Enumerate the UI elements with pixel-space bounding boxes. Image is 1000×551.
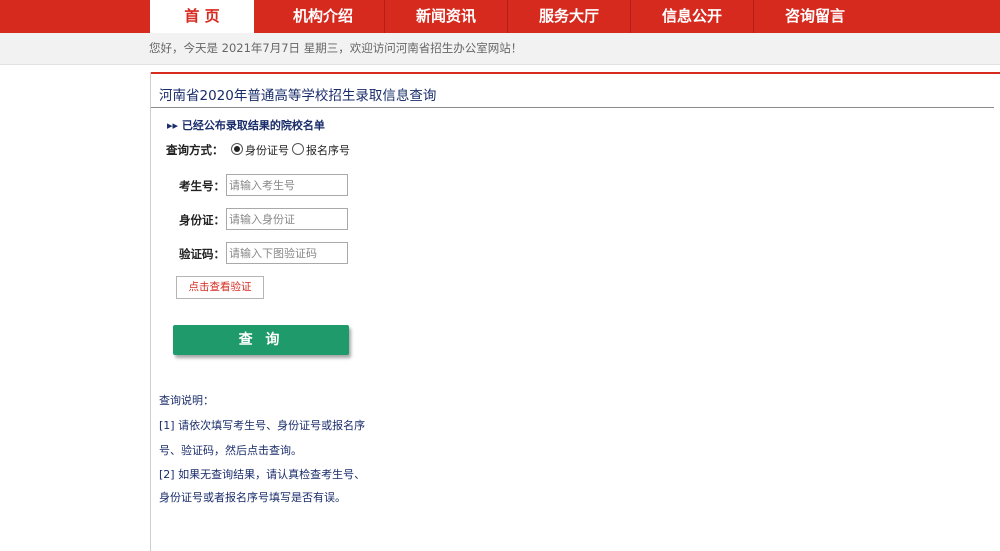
nav-divider	[753, 0, 754, 33]
notes-line: [1] 请依次填写考生号、身份证号或报名序	[159, 419, 366, 432]
nav-news[interactable]: 新闻资讯	[386, 0, 506, 33]
nav-disclosure[interactable]: 信息公开	[632, 0, 752, 33]
id-card-label: 身份证：	[179, 213, 225, 227]
nav-divider	[384, 0, 385, 33]
top-nav: 首 页 机构介绍 新闻资讯 服务大厅 信息公开 咨询留言	[0, 0, 1000, 33]
radio-registration-number-label[interactable]: 报名序号	[306, 142, 350, 158]
nav-services[interactable]: 服务大厅	[509, 0, 629, 33]
nav-divider	[630, 0, 631, 33]
title-divider	[151, 107, 994, 108]
main-panel: 河南省2020年普通高等学校招生录取信息查询 ▸▸ 已经公布录取结果的院校名单 …	[150, 72, 1000, 551]
exam-number-input[interactable]	[226, 174, 348, 196]
greeting-text: 您好，今天是 2021年7月7日 星期三，欢迎访问河南省招生办公室网站！	[149, 41, 523, 55]
title-accent-line	[151, 72, 1000, 74]
notes-line: 身份证号或者报名序号填写是否有误。	[159, 491, 346, 504]
exam-number-label: 考生号：	[179, 179, 225, 193]
radio-registration-number[interactable]	[292, 143, 304, 155]
query-mode-label: 查询方式：	[166, 143, 224, 157]
radio-id-number[interactable]	[231, 143, 243, 155]
captcha-label: 验证码：	[179, 247, 225, 261]
published-colleges-link[interactable]: ▸▸ 已经公布录取结果的院校名单	[167, 117, 325, 133]
greeting-bar: 您好，今天是 2021年7月7日 星期三，欢迎访问河南省招生办公室网站！	[0, 33, 1000, 65]
notes-line: 号、验证码，然后点击查询。	[159, 444, 302, 457]
show-captcha-button[interactable]: 点击查看验证	[176, 276, 264, 299]
notes-title: 查询说明：	[159, 394, 214, 407]
nav-divider	[507, 0, 508, 33]
notes-line: [2] 如果无查询结果，请认真检查考生号、	[159, 468, 366, 481]
captcha-input[interactable]	[226, 242, 348, 264]
nav-home[interactable]: 首 页	[150, 0, 254, 33]
nav-consult[interactable]: 咨询留言	[755, 0, 875, 33]
page-title: 河南省2020年普通高等学校招生录取信息查询	[159, 88, 437, 104]
radio-id-number-label[interactable]: 身份证号	[245, 142, 289, 158]
id-card-input[interactable]	[226, 208, 348, 230]
nav-about[interactable]: 机构介绍	[263, 0, 383, 33]
query-button[interactable]: 查 询	[173, 325, 349, 355]
